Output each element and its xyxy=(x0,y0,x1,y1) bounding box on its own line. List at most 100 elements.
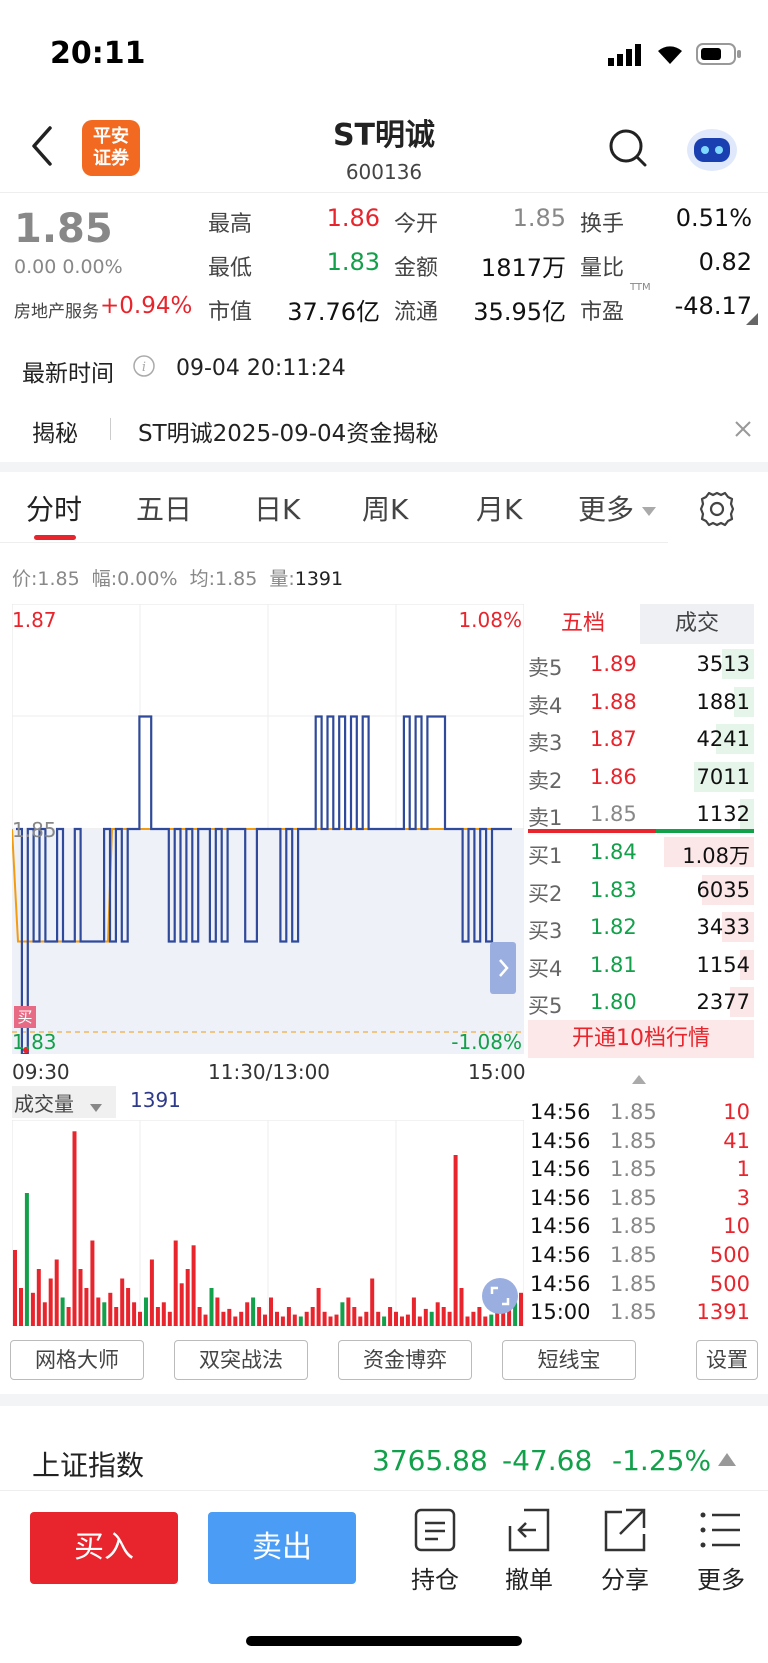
low-value: 1.83 xyxy=(326,248,380,276)
ask-volume: 1881 xyxy=(696,689,750,714)
ask-price: 1.89 xyxy=(590,652,637,676)
chart-pct-bottom: -1.08% xyxy=(451,1030,522,1054)
volume-bar xyxy=(340,1302,345,1326)
tab-trades[interactable]: 成交 xyxy=(640,604,754,644)
position-icon[interactable] xyxy=(414,1508,456,1556)
tab-daily-k[interactable]: 日K xyxy=(254,488,300,528)
double-break-button[interactable]: 双突战法 xyxy=(174,1340,308,1380)
cancel-order-label[interactable]: 撤单 xyxy=(494,1560,564,1595)
ask-row[interactable]: 卖5 1.89 3513 xyxy=(528,646,754,682)
bid-price: 1.81 xyxy=(590,952,637,977)
bid-label: 买2 xyxy=(528,881,563,906)
more-menu-icon[interactable] xyxy=(700,1510,742,1554)
capital-game-button[interactable]: 资金博弈 xyxy=(338,1340,472,1380)
tab-weekly-k[interactable]: 周K xyxy=(362,488,408,528)
volume-bar xyxy=(382,1316,387,1326)
tab-five-levels[interactable]: 五档 xyxy=(526,604,640,644)
buy-button[interactable]: 买入 xyxy=(30,1512,178,1584)
chevron-up-icon[interactable] xyxy=(718,1452,736,1471)
ask-price: 1.87 xyxy=(590,727,637,752)
info-icon[interactable]: i xyxy=(132,354,156,382)
tab-intraday[interactable]: 分时 xyxy=(26,488,82,528)
trade-vol: 10 xyxy=(723,1214,750,1239)
position-label[interactable]: 持仓 xyxy=(400,1560,470,1595)
short-line-button[interactable]: 短线宝 xyxy=(502,1340,636,1380)
volume-bar xyxy=(352,1307,357,1326)
ask-volume: 4241 xyxy=(696,727,750,752)
sell-button[interactable]: 卖出 xyxy=(208,1512,356,1584)
ask-row[interactable]: 卖1 1.85 1132 xyxy=(528,796,754,832)
volume-bar xyxy=(334,1314,339,1326)
trade-time: 15:00 xyxy=(530,1300,591,1325)
ask-label: 卖4 xyxy=(528,693,563,718)
tab-monthly-k[interactable]: 月K xyxy=(476,488,522,528)
more-label[interactable]: 更多 xyxy=(686,1560,756,1595)
reveal-link[interactable]: ST明诚2025-09-04资金揭秘 xyxy=(138,414,438,448)
trade-row: 15:00 1.85 1391 xyxy=(528,1300,754,1328)
robot-assistant-icon[interactable] xyxy=(684,124,740,178)
index-name[interactable]: 上证指数 xyxy=(32,1444,144,1484)
expand-corner-icon[interactable] xyxy=(746,310,758,329)
ask-row[interactable]: 卖2 1.86 7011 xyxy=(528,759,754,795)
chart-price-mid: 1.85 xyxy=(12,818,57,842)
x-label-midday: 11:30/13:00 xyxy=(208,1060,331,1084)
intraday-price-chart[interactable] xyxy=(12,604,524,1054)
volume-bar xyxy=(310,1307,315,1326)
volume-bar xyxy=(233,1316,238,1326)
volume-bar xyxy=(263,1314,267,1326)
ask-bid-divider-red xyxy=(528,829,656,833)
x-label-close: 15:00 xyxy=(468,1060,526,1084)
trade-price: 1.85 xyxy=(610,1300,657,1325)
trade-price: 1.85 xyxy=(610,1157,657,1182)
bid-price: 1.82 xyxy=(590,915,637,940)
volume-bar xyxy=(298,1316,303,1326)
trade-row: 14:56 1.85 10 xyxy=(528,1214,754,1242)
trade-time: 14:56 xyxy=(530,1214,591,1239)
trade-vol: 500 xyxy=(709,1271,750,1296)
bid-row[interactable]: 买5 1.80 2377 xyxy=(528,984,754,1020)
share-icon[interactable] xyxy=(604,1508,646,1556)
chevron-up-icon[interactable] xyxy=(632,1070,646,1089)
close-icon[interactable] xyxy=(734,420,752,442)
bid-row[interactable]: 买1 1.84 1.08万 xyxy=(528,834,754,870)
fullscreen-icon[interactable] xyxy=(482,1278,518,1314)
volume-bar xyxy=(215,1297,220,1326)
volume-bar xyxy=(239,1311,244,1326)
grid-master-button[interactable]: 网格大师 xyxy=(10,1340,144,1380)
volume-bar xyxy=(483,1316,488,1326)
search-icon[interactable] xyxy=(608,128,648,172)
cancel-order-icon[interactable] xyxy=(508,1508,550,1556)
volume-bar xyxy=(161,1302,166,1326)
share-label[interactable]: 分享 xyxy=(590,1560,660,1595)
volume-value: 1391 xyxy=(130,1088,181,1112)
volume-bar xyxy=(54,1259,59,1326)
price-change: 0.00 0.00% xyxy=(14,256,123,278)
volume-bar xyxy=(286,1307,291,1326)
volume-bar xyxy=(36,1269,41,1326)
ask-row[interactable]: 卖4 1.88 1881 xyxy=(528,684,754,720)
tab-more[interactable]: 更多 xyxy=(578,488,634,528)
trade-vol: 1 xyxy=(736,1157,750,1182)
volume-bar xyxy=(447,1311,452,1326)
index-change: -47.68 xyxy=(502,1444,593,1477)
volume-bar xyxy=(280,1316,285,1326)
tab-five-day[interactable]: 五日 xyxy=(136,488,192,528)
volume-bar xyxy=(417,1316,422,1326)
volume-bar xyxy=(453,1155,458,1326)
signal-icon xyxy=(608,44,644,70)
ask-row[interactable]: 卖3 1.87 4241 xyxy=(528,721,754,757)
volume-bar xyxy=(173,1240,178,1326)
volume-bar xyxy=(30,1292,35,1326)
bid-row[interactable]: 买4 1.81 1154 xyxy=(528,947,754,983)
settings-button[interactable]: 设置 xyxy=(696,1340,758,1380)
chart-expand-arrow[interactable] xyxy=(490,942,516,994)
amount-value: 1817万 xyxy=(480,254,566,282)
gear-icon[interactable] xyxy=(698,490,736,532)
bid-row[interactable]: 买3 1.82 3433 xyxy=(528,909,754,945)
volume-bar xyxy=(358,1316,363,1326)
bid-row[interactable]: 买2 1.83 6035 xyxy=(528,872,754,908)
upgrade-ten-levels[interactable]: 开通10档行情 xyxy=(528,1020,754,1058)
float-cap-value: 35.95亿 xyxy=(473,298,566,326)
sector-name[interactable]: 房地产服务 xyxy=(14,297,99,322)
bid-price: 1.83 xyxy=(590,877,637,902)
